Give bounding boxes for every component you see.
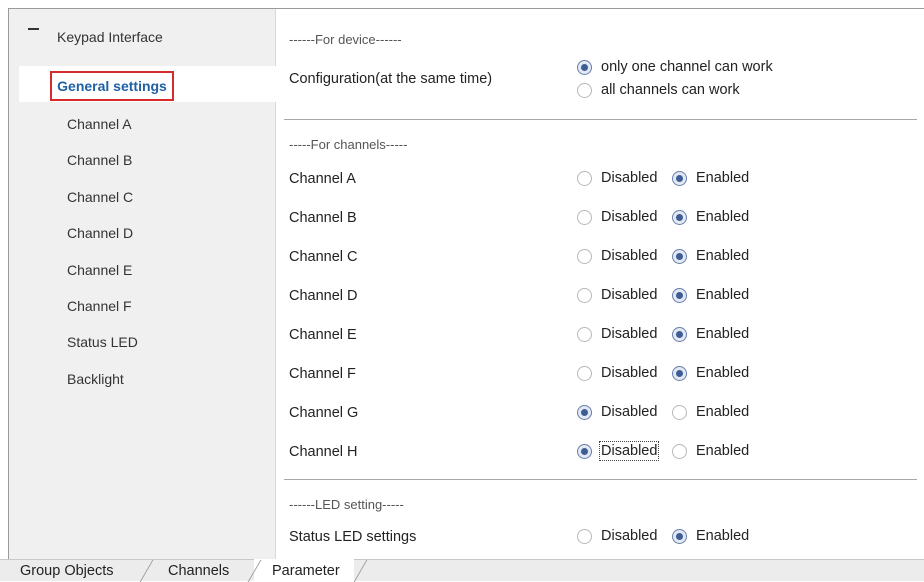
tab-parameter[interactable]: Parameter bbox=[272, 563, 340, 579]
channel-f-disabled-option[interactable]: Disabled bbox=[577, 365, 657, 381]
channel-a-enabled-option[interactable]: Enabled bbox=[672, 170, 749, 186]
channel-h-enabled-option[interactable]: Enabled bbox=[672, 443, 749, 459]
radio-selected-icon[interactable] bbox=[672, 365, 687, 381]
tab-group-objects[interactable]: Group Objects bbox=[20, 563, 114, 579]
radio-unselected-icon[interactable] bbox=[577, 170, 592, 186]
radio-unselected-icon[interactable] bbox=[577, 287, 592, 303]
tab-separator bbox=[139, 560, 154, 582]
radio-selected-icon[interactable] bbox=[577, 443, 592, 459]
channel-d-disabled-option[interactable]: Disabled bbox=[577, 287, 657, 303]
channel-a-label: Channel A bbox=[289, 171, 356, 187]
channel-c-label: Channel C bbox=[289, 249, 358, 265]
radio-selected-icon[interactable] bbox=[672, 528, 687, 544]
channel-d-enabled-option[interactable]: Enabled bbox=[672, 287, 749, 303]
config-option-label: only one channel can work bbox=[601, 59, 773, 75]
disabled-label: Disabled bbox=[601, 404, 658, 420]
radio-selected-icon[interactable] bbox=[672, 170, 687, 186]
sidebar-item-channel-f[interactable]: Channel F bbox=[67, 298, 132, 314]
led-section-label: ------LED setting----- bbox=[289, 497, 404, 512]
tree-root-keypad-interface[interactable]: Keypad Interface bbox=[9, 9, 276, 57]
sidebar-item-channel-e[interactable]: Channel E bbox=[67, 262, 132, 278]
sidebar-item-status-led[interactable]: Status LED bbox=[67, 334, 138, 350]
enabled-label: Enabled bbox=[696, 404, 750, 420]
status-led-settings-label: Status LED settings bbox=[289, 529, 417, 545]
config-option-all-channels[interactable]: all channels can work bbox=[577, 82, 740, 98]
radio-unselected-icon[interactable] bbox=[577, 528, 592, 544]
enabled-label: Enabled bbox=[696, 528, 750, 544]
radio-unselected-icon[interactable] bbox=[672, 404, 687, 420]
sidebar-item-channel-a[interactable]: Channel A bbox=[67, 116, 132, 132]
device-section-label: ------For device------ bbox=[289, 32, 402, 47]
enabled-label: Enabled bbox=[696, 248, 750, 264]
parameter-panel: ------For device------ Configuration(at … bbox=[276, 9, 924, 559]
status-led-disabled-option[interactable]: Disabled bbox=[577, 528, 657, 544]
radio-selected-icon[interactable] bbox=[577, 404, 592, 420]
enabled-label: Enabled bbox=[696, 209, 750, 225]
disabled-label: Disabled bbox=[601, 209, 658, 225]
channel-e-disabled-option[interactable]: Disabled bbox=[577, 326, 657, 342]
tab-channels[interactable]: Channels bbox=[168, 563, 229, 579]
sidebar-item-backlight[interactable]: Backlight bbox=[67, 371, 124, 387]
collapse-icon[interactable] bbox=[28, 28, 39, 30]
radio-selected-icon[interactable] bbox=[672, 209, 687, 225]
radio-selected-icon[interactable] bbox=[672, 287, 687, 303]
divider bbox=[284, 119, 917, 120]
radio-unselected-icon[interactable] bbox=[577, 365, 592, 381]
sidebar-item-general-settings[interactable]: General settings bbox=[50, 71, 174, 101]
sidebar-item-channel-b[interactable]: Channel B bbox=[67, 152, 132, 168]
disabled-label: Disabled bbox=[598, 441, 660, 461]
channel-b-disabled-option[interactable]: Disabled bbox=[577, 209, 657, 225]
enabled-label: Enabled bbox=[696, 326, 750, 342]
channels-section-label: -----For channels----- bbox=[289, 137, 408, 152]
disabled-label: Disabled bbox=[601, 287, 658, 303]
radio-unselected-icon[interactable] bbox=[577, 326, 592, 342]
disabled-label: Disabled bbox=[601, 365, 658, 381]
channel-e-label: Channel E bbox=[289, 327, 357, 343]
channel-g-enabled-option[interactable]: Enabled bbox=[672, 404, 749, 420]
sidebar-item-channel-c[interactable]: Channel C bbox=[67, 189, 133, 205]
channel-b-enabled-option[interactable]: Enabled bbox=[672, 209, 749, 225]
disabled-label: Disabled bbox=[601, 248, 658, 264]
channel-e-enabled-option[interactable]: Enabled bbox=[672, 326, 749, 342]
bottom-tab-bar: Group Objects Channels Parameter bbox=[0, 559, 924, 582]
sidebar-item-channel-d[interactable]: Channel D bbox=[67, 225, 133, 241]
sidebar: Keypad Interface General settings Channe… bbox=[9, 9, 276, 559]
radio-unselected-icon[interactable] bbox=[577, 82, 592, 98]
channel-g-label: Channel G bbox=[289, 405, 359, 421]
enabled-label: Enabled bbox=[696, 365, 750, 381]
radio-unselected-icon[interactable] bbox=[577, 248, 592, 264]
channel-g-disabled-option[interactable]: Disabled bbox=[577, 404, 657, 420]
disabled-label: Disabled bbox=[601, 170, 658, 186]
radio-unselected-icon[interactable] bbox=[672, 443, 687, 459]
tab-separator bbox=[353, 560, 368, 582]
channel-h-label: Channel H bbox=[289, 444, 358, 460]
channel-d-label: Channel D bbox=[289, 288, 358, 304]
channel-h-disabled-option[interactable]: Disabled bbox=[577, 441, 660, 461]
status-led-enabled-option[interactable]: Enabled bbox=[672, 528, 749, 544]
configuration-label: Configuration(at the same time) bbox=[289, 71, 493, 87]
divider bbox=[284, 479, 917, 480]
radio-selected-icon[interactable] bbox=[672, 248, 687, 264]
radio-selected-icon[interactable] bbox=[577, 59, 592, 75]
channel-b-label: Channel B bbox=[289, 210, 357, 226]
channel-f-label: Channel F bbox=[289, 366, 356, 382]
channel-a-disabled-option[interactable]: Disabled bbox=[577, 170, 657, 186]
disabled-label: Disabled bbox=[601, 326, 658, 342]
config-option-one-channel[interactable]: only one channel can work bbox=[577, 59, 773, 75]
radio-unselected-icon[interactable] bbox=[577, 209, 592, 225]
enabled-label: Enabled bbox=[696, 170, 750, 186]
channel-f-enabled-option[interactable]: Enabled bbox=[672, 365, 749, 381]
radio-selected-icon[interactable] bbox=[672, 326, 687, 342]
channel-c-enabled-option[interactable]: Enabled bbox=[672, 248, 749, 264]
disabled-label: Disabled bbox=[601, 528, 658, 544]
tree-root-label: Keypad Interface bbox=[57, 29, 163, 45]
channel-c-disabled-option[interactable]: Disabled bbox=[577, 248, 657, 264]
enabled-label: Enabled bbox=[696, 287, 750, 303]
config-option-label: all channels can work bbox=[601, 82, 740, 98]
enabled-label: Enabled bbox=[696, 443, 750, 459]
parameter-window: Keypad Interface General settings Channe… bbox=[8, 8, 924, 559]
